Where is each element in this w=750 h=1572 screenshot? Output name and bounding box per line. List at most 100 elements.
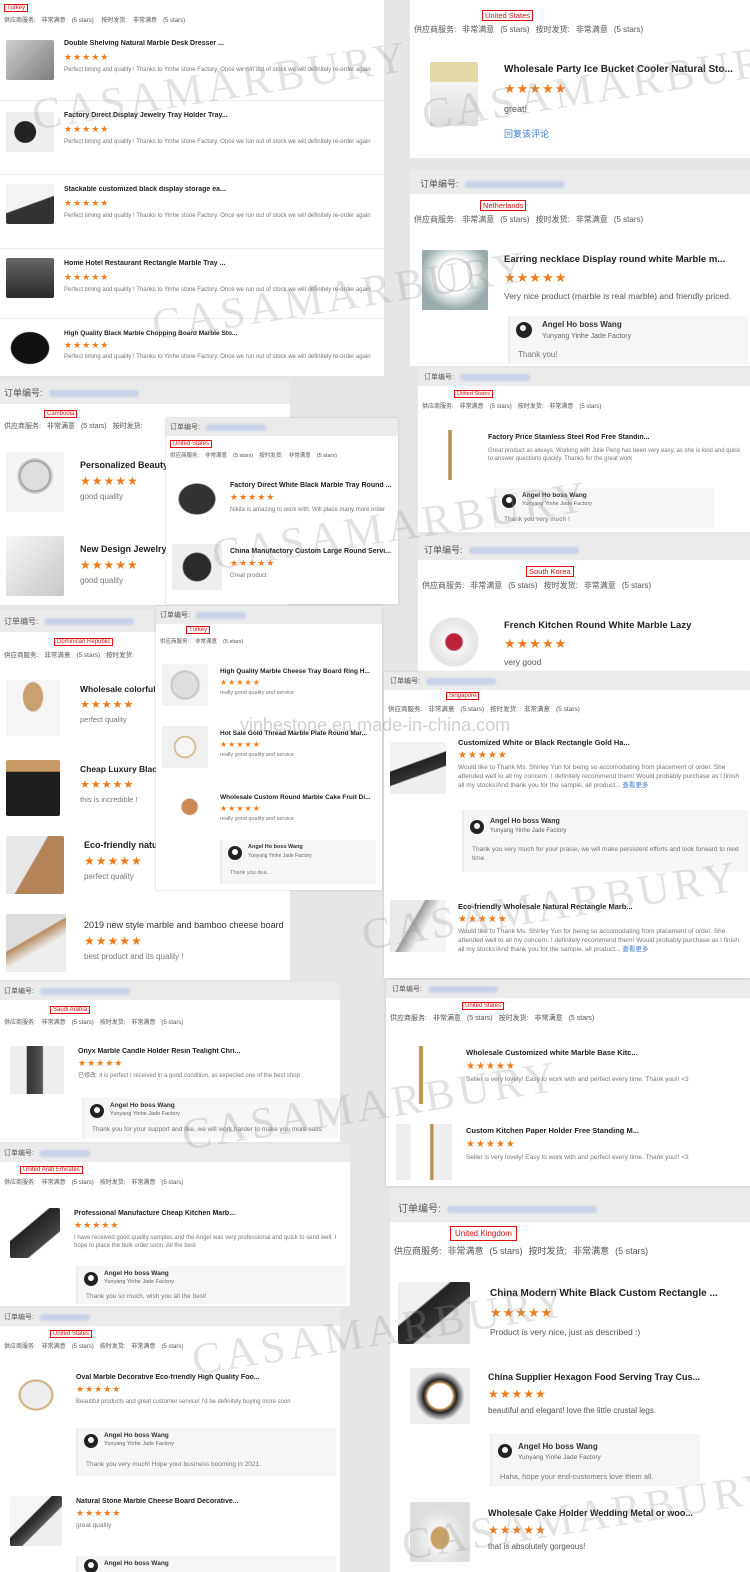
avatar (498, 1444, 512, 1458)
product-thumbnail (428, 430, 472, 480)
list-item[interactable]: Factory Price Stainless Steel Rod Free S… (418, 426, 750, 482)
list-item[interactable]: Factory Direct Display Jewelry Tray Hold… (0, 102, 384, 174)
list-item[interactable]: Factory Direct White Black Marble Tray R… (166, 474, 398, 538)
country-tag: United States (482, 10, 534, 21)
order-number-bar: 订单编号: (418, 536, 750, 560)
product-thumbnail (390, 742, 446, 794)
order-meta: Netherlands 供应商服务: 非常满意 (5 stars) 按时发货: 非常满意… (414, 200, 644, 224)
seller-reply: Angel Ho boss Wang Yunyang Yinhe Jade Fa… (76, 1266, 346, 1304)
seller-reply: Angel Ho boss Wang Yunyang Yinhe Jade Fa… (220, 840, 376, 884)
reply-review-link[interactable]: 回复该评论 (504, 127, 746, 140)
country-tag: Turkey (186, 626, 211, 634)
product-thumbnail (410, 1502, 470, 1562)
list-item[interactable]: Home Hotel Restaurant Rectangle Marble T… (0, 250, 384, 318)
list-item[interactable]: Wholesale Party Ice Bucket Cooler Natura… (410, 52, 750, 152)
order-meta: Turkey 供应商服务: 非常满意 (5 stars) 按时发货: 非常满意 (5 s… (4, 4, 186, 24)
country-tag: United States (170, 440, 213, 448)
list-item[interactable]: High Quality Black Marble Chopping Board… (0, 320, 384, 376)
list-item[interactable]: High Quality Marble Cheese Tray Board Ri… (156, 660, 382, 722)
list-item[interactable]: Eco-friendly Wholesale Natural Rectangle… (384, 896, 750, 974)
list-item[interactable]: Onyx Marble Candle Holder Resin Tealight… (0, 1042, 340, 1096)
product-thumbnail (172, 544, 222, 590)
list-item[interactable]: China Supplier Hexagon Food Serving Tray… (390, 1364, 750, 1434)
review-panel-united-states-c: United States 供应商服务: 非常满意 (5 stars) 按时发货: 非常… (410, 0, 750, 158)
order-number-bar: 订单编号: (0, 982, 340, 1000)
product-thumbnail (410, 1368, 470, 1424)
review-panel-united-states-e: 订单编号: United States 供应商服务: 非常满意 (5 stars) 按… (386, 980, 750, 1186)
product-thumbnail (396, 1046, 446, 1104)
review-panel-netherlands: 订单编号: Netherlands 供应商服务: 非常满意 (5 stars) 按时发… (410, 170, 750, 366)
order-number-bar: 订单编号: (410, 170, 750, 194)
review-text: Would like to Thank Ms. Shirley Yun for … (458, 764, 739, 789)
order-meta: United States 供应商服务: 非常满意 (5 stars) 按时发货: 非常… (390, 1002, 595, 1022)
product-thumbnail (162, 790, 208, 832)
product-thumbnail (422, 250, 488, 310)
product-thumbnail (10, 1496, 62, 1546)
list-item[interactable]: Customized White or Black Rectangle Gold… (384, 730, 750, 806)
review-panel-saudi-arabia: 订单编号: Saudi Arabia 供应商服务: 非常满意 (5 stars) 按时… (0, 982, 340, 1142)
country-tag: Singapore (446, 692, 480, 700)
product-thumbnail (10, 1046, 64, 1094)
avatar (84, 1434, 98, 1448)
list-item[interactable]: Professional Manufacture Cheap Kitchen M… (0, 1204, 350, 1262)
list-item[interactable]: Double Shelving Natural Marble Desk Dres… (0, 30, 384, 100)
order-number-bar: 订单编号: (386, 980, 750, 998)
list-item[interactable]: Wholesale Custom Round Marble Cake Fruit… (156, 786, 382, 838)
order-meta: United States 供应商服务: 非常满意 (5 stars) 按时发货: 非常… (170, 440, 337, 459)
order-number-bar: 订单编号: (166, 418, 398, 436)
country-tag: United Arab Emirates (20, 1166, 83, 1174)
list-item[interactable]: Custom Kitchen Paper Holder Free Standin… (386, 1120, 750, 1184)
order-number-bar: 订单编号: (0, 1144, 350, 1162)
product-thumbnail (10, 1372, 62, 1418)
order-number-bar: 订单编号: (0, 1308, 340, 1326)
order-meta: Turkey 供应商服务: 非常满意 (5 stars) (160, 626, 244, 645)
list-item[interactable]: Earring necklace Display round white Mar… (410, 246, 750, 310)
order-meta: United States 供应商服务: 非常满意 (5 stars) 按时发货: 非常… (4, 1330, 184, 1350)
list-item[interactable]: Wholesale Customized white Marble Base K… (386, 1042, 750, 1110)
product-thumbnail (6, 452, 64, 512)
see-more-link[interactable]: 查看更多 (622, 946, 648, 953)
review-panel-turkey: Turkey 供应商服务: 非常满意 (5 stars) 按时发货: 非常满意 (5 s… (0, 0, 384, 376)
country-tag: Turkey (4, 4, 29, 12)
list-item[interactable]: 2019 new style marble and bamboo cheese … (0, 910, 290, 980)
order-meta: United States 供应商服务: 非常满意 (5 stars) 按时发货: 非常… (422, 390, 602, 410)
review-panel-united-states-a: 订单编号: United States 供应商服务: 非常满意 (5 stars) 按… (166, 418, 398, 604)
list-item[interactable]: French Kitchen Round White Marble Lazy ★★… (418, 610, 750, 670)
list-item[interactable]: Oval Marble Decorative Eco-friendly High… (0, 1368, 340, 1424)
product-thumbnail (6, 836, 64, 894)
country-tag: United States (462, 1002, 505, 1010)
order-meta: Saudi Arabia 供应商服务: 非常满意 (5 stars) 按时发货: 非常满… (4, 1006, 184, 1026)
country-tag: Cambodia (44, 410, 78, 418)
seller-reply: Angel Ho boss Wang Yunyang Yinhe Jade Fa… (76, 1428, 336, 1476)
product-thumbnail (398, 1282, 470, 1344)
list-item[interactable]: China Modern White Black Custom Rectangl… (390, 1278, 750, 1354)
seller-reply-partial: Angel Ho boss Wang (76, 1556, 336, 1572)
list-item[interactable]: Wholesale Cake Holder Wedding Metal or w… (390, 1498, 750, 1568)
country-tag: South Korea (526, 566, 574, 577)
product-thumbnail (426, 614, 482, 670)
country-tag: United States (454, 390, 494, 398)
order-number-bar: 订单编号: (156, 606, 382, 624)
seller-reply: Angel Ho boss Wang Yunyang Yinhe Jade Fa… (494, 488, 714, 528)
avatar (516, 322, 532, 338)
seller-reply: Angel Ho boss Wang Yunyang Yinhe Jade Fa… (508, 316, 748, 364)
country-tag: Saudi Arabia (50, 1006, 91, 1014)
order-meta: United Kingdom 供应商服务: 非常满意 (5 stars) 按时发货: 非… (394, 1226, 746, 1257)
product-thumbnail (172, 478, 222, 520)
product-thumbnail (6, 914, 66, 972)
product-thumbnail (6, 112, 54, 152)
list-item[interactable]: China Manufactory Custom Large Round Ser… (166, 540, 398, 604)
see-more-link[interactable]: 查看更多 (622, 782, 648, 789)
list-item[interactable]: Natural Stone Marble Cheese Board Decora… (0, 1492, 340, 1562)
order-number-bar: 订单编号: (418, 368, 750, 386)
product-thumbnail (430, 62, 478, 126)
order-number-bar: 订单编号: (384, 672, 750, 690)
order-meta: United States 供应商服务: 非常满意 (5 stars) 按时发货: 非常… (414, 10, 644, 34)
watermark: yinhestone.en.made-in-china.com (240, 715, 511, 735)
product-thumbnail (6, 760, 60, 816)
avatar (502, 494, 516, 508)
seller-reply: Angel Ho boss Wang Yunyang Yinhe Jade Fa… (82, 1098, 338, 1138)
list-item[interactable]: Stackable customized black display stora… (0, 176, 384, 248)
product-thumbnail (6, 184, 54, 224)
product-thumbnail (6, 40, 54, 80)
